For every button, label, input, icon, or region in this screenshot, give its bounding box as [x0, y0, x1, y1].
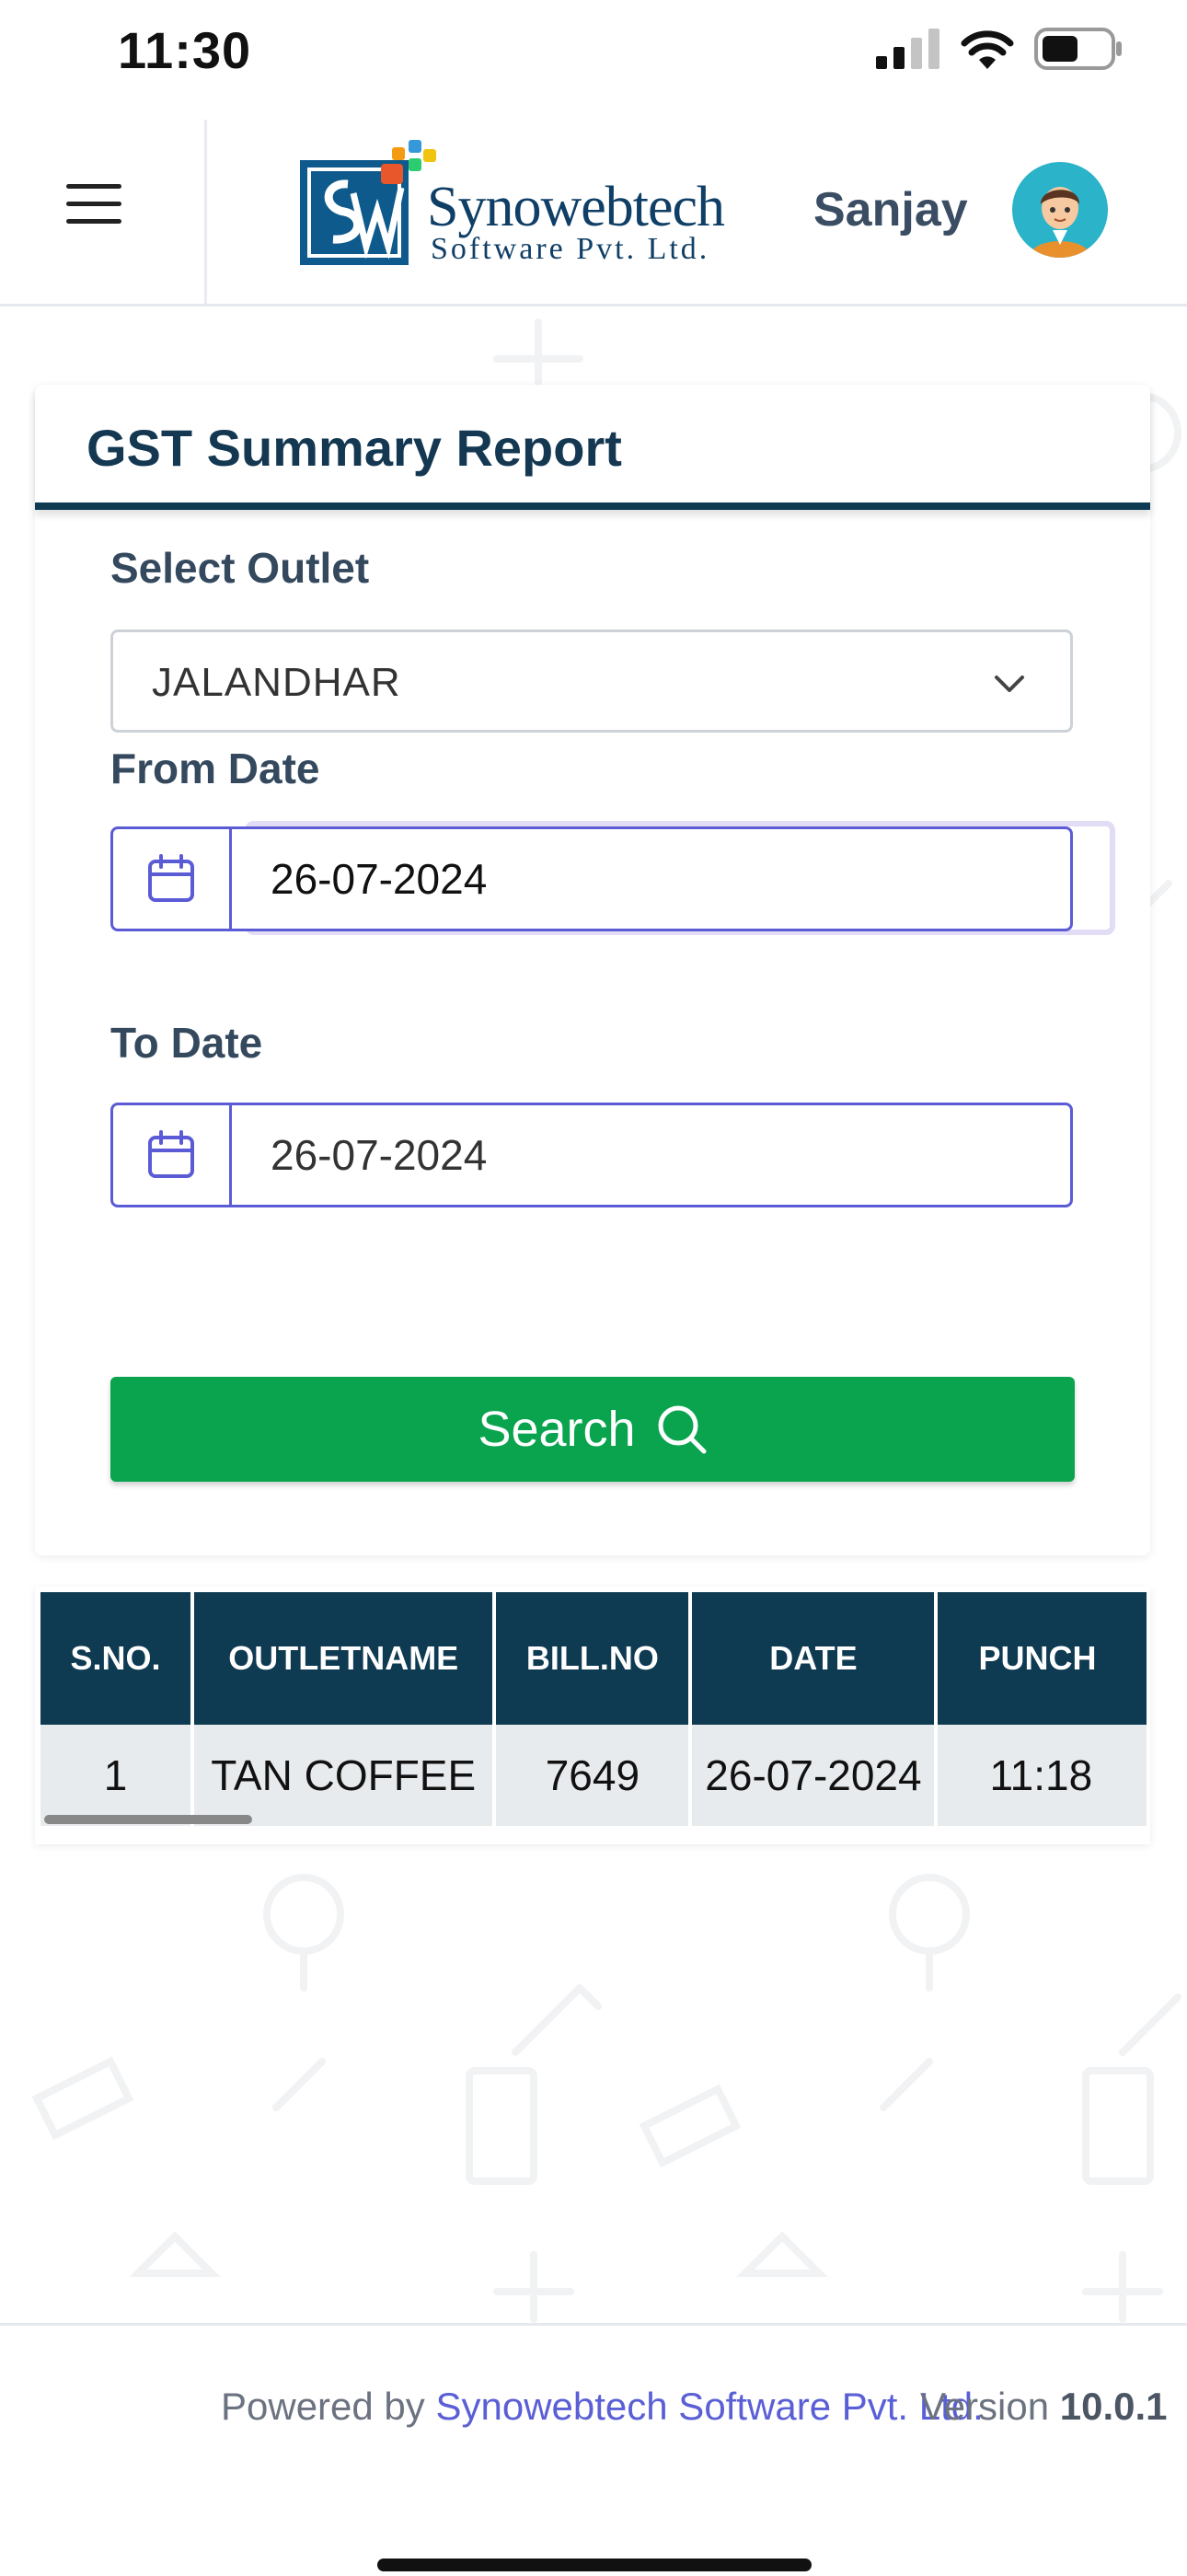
- to-date-calendar-button[interactable]: [113, 1105, 232, 1205]
- version-text: Version 10.0.1: [920, 2385, 1168, 2429]
- status-time: 11:30: [118, 21, 252, 79]
- report-card: GST Summary Report Select Outlet JALANDH…: [35, 385, 1150, 1555]
- version-number: 10.0.1: [1059, 2385, 1168, 2428]
- calendar-icon: [148, 854, 194, 902]
- page-title: GST Summary Report: [86, 419, 622, 477]
- outlet-label: Select Outlet: [110, 544, 370, 592]
- cell-punch: 11:18: [936, 1725, 1150, 1826]
- table-row[interactable]: 1 TAN COFFEE 7649 26-07-2024 11:18: [40, 1725, 1150, 1826]
- to-date-input[interactable]: 26-07-2024: [110, 1103, 1073, 1207]
- cell-sno: 1: [40, 1725, 195, 1826]
- logo-subtitle: Software Pvt. Ltd.: [431, 232, 710, 266]
- header-divider: [204, 120, 207, 304]
- horizontal-scrollbar[interactable]: [44, 1815, 252, 1824]
- calendar-icon: [148, 1130, 194, 1178]
- search-button-label: Search: [478, 1402, 636, 1457]
- status-bar: 11:30: [0, 0, 1187, 110]
- version-label: Version: [920, 2385, 1060, 2428]
- column-header-outletname: OUTLETNAME: [192, 1592, 497, 1725]
- home-indicator[interactable]: [377, 2559, 812, 2571]
- wifi-icon: [961, 30, 1014, 69]
- cell-outletname: TAN COFFEE: [192, 1725, 497, 1826]
- search-button[interactable]: Search: [110, 1377, 1075, 1482]
- status-icons: [876, 28, 1123, 70]
- username: Sanjay: [813, 183, 968, 237]
- search-icon: [658, 1405, 707, 1454]
- powered-by-text: Powered by Synowebtech Software Pvt. Ltd…: [221, 2385, 984, 2429]
- column-header-punch: PUNCH: [936, 1592, 1150, 1725]
- signal-icon: [876, 29, 939, 69]
- outlet-value: JALANDHAR: [152, 660, 401, 705]
- user-avatar[interactable]: [1012, 162, 1108, 258]
- company-logo: Synowebtech Software Pvt. Ltd.: [296, 138, 725, 276]
- results-table: S.NO. OUTLETNAME BILL.NO DATE PUNCH 1 TA…: [40, 1592, 1150, 1826]
- outlet-select[interactable]: JALANDHAR: [110, 630, 1073, 733]
- from-date-calendar-button[interactable]: [113, 829, 232, 929]
- footer: Powered by Synowebtech Software Pvt. Ltd…: [0, 2323, 1187, 2576]
- column-header-date: DATE: [690, 1592, 939, 1725]
- powered-by-company-link[interactable]: Synowebtech Software Pvt. Ltd.: [435, 2385, 983, 2428]
- powered-by-prefix: Powered by: [221, 2385, 436, 2428]
- column-header-billno: BILL.NO: [494, 1592, 693, 1725]
- from-date-input[interactable]: 26-07-2024: [110, 826, 1073, 931]
- to-date-label: To Date: [110, 1019, 263, 1067]
- results-table-container[interactable]: S.NO. OUTLETNAME BILL.NO DATE PUNCH 1 TA…: [35, 1587, 1150, 1844]
- to-date-value: 26-07-2024: [271, 1131, 488, 1179]
- from-date-label: From Date: [110, 745, 320, 792]
- from-date-value: 26-07-2024: [271, 855, 488, 903]
- hamburger-icon[interactable]: [66, 184, 121, 225]
- battery-icon: [1034, 28, 1122, 70]
- cell-billno: 7649: [494, 1725, 693, 1826]
- logo-name: Synowebtech: [427, 176, 725, 238]
- chevron-down-icon: [995, 676, 1024, 692]
- cell-date: 26-07-2024: [690, 1725, 939, 1826]
- app-header: Synowebtech Software Pvt. Ltd. Sanjay: [0, 110, 1187, 306]
- table-header-row: S.NO. OUTLETNAME BILL.NO DATE PUNCH: [40, 1592, 1150, 1725]
- column-header-sno: S.NO.: [40, 1592, 195, 1725]
